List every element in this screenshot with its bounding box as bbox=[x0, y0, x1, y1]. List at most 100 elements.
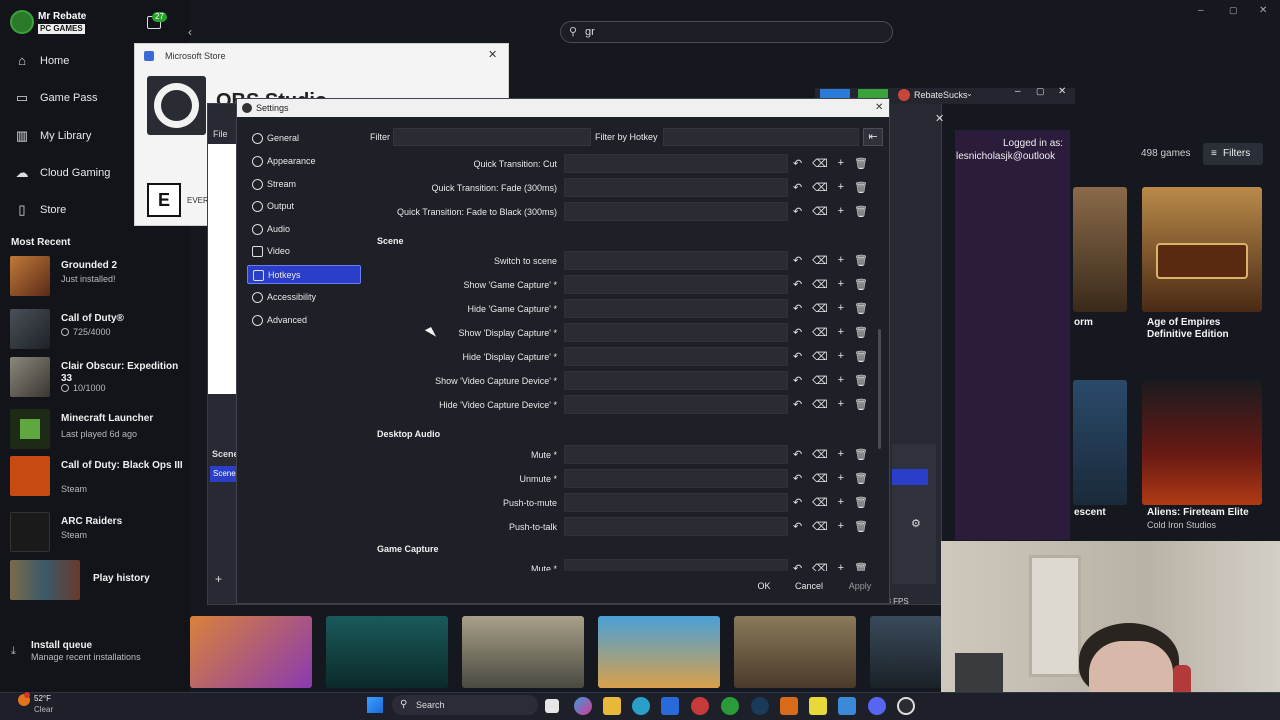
add-icon[interactable]: + bbox=[838, 562, 844, 571]
obs-icon[interactable] bbox=[897, 697, 915, 715]
add-icon[interactable]: + bbox=[838, 496, 844, 508]
close-icon[interactable]: ✕ bbox=[1259, 5, 1267, 16]
close-icon[interactable]: ✕ bbox=[488, 48, 497, 61]
add-icon[interactable]: + bbox=[838, 350, 844, 362]
add-icon[interactable]: + bbox=[838, 472, 844, 484]
hotkey-input[interactable] bbox=[564, 299, 788, 318]
windows-start-icon[interactable] bbox=[367, 697, 383, 713]
add-icon[interactable]: + bbox=[838, 181, 844, 193]
hotkey-input[interactable] bbox=[564, 493, 788, 512]
minimize-icon[interactable]: – bbox=[1015, 86, 1021, 97]
discord-icon[interactable] bbox=[868, 697, 886, 715]
sidebar-item-stream[interactable]: Stream bbox=[247, 175, 361, 194]
game-tile[interactable] bbox=[462, 616, 584, 688]
nav-my-library[interactable]: ▥ My Library bbox=[14, 126, 92, 146]
sidebar-item-advanced[interactable]: Advanced bbox=[247, 311, 361, 330]
revert-icon[interactable]: ↶ bbox=[793, 472, 802, 485]
back-icon[interactable]: ‹ bbox=[188, 25, 192, 39]
delete-icon[interactable]: 🗑 bbox=[854, 472, 868, 485]
revert-icon[interactable]: ↶ bbox=[793, 181, 802, 194]
clear-icon[interactable]: ⌫ bbox=[812, 181, 828, 194]
clear-icon[interactable]: ⌫ bbox=[812, 398, 828, 411]
weather-temp[interactable]: 52°F bbox=[34, 694, 51, 703]
game-card[interactable] bbox=[1142, 380, 1262, 505]
maximize-icon[interactable]: ▢ bbox=[1229, 5, 1238, 16]
delete-icon[interactable]: 🗑 bbox=[854, 326, 868, 339]
delete-icon[interactable]: 🗑 bbox=[854, 205, 868, 218]
add-icon[interactable]: + bbox=[838, 278, 844, 290]
hotkey-input[interactable] bbox=[564, 251, 788, 270]
nav-store[interactable]: ▯ Store bbox=[14, 200, 66, 220]
clear-icon[interactable]: ⌫ bbox=[812, 350, 828, 363]
delete-icon[interactable]: 🗑 bbox=[854, 520, 868, 533]
clear-icon[interactable]: ⌫ bbox=[812, 472, 828, 485]
add-icon[interactable]: + bbox=[838, 374, 844, 386]
search-input[interactable]: ⚲ gr bbox=[560, 21, 893, 43]
clear-icon[interactable]: ⌫ bbox=[812, 496, 828, 509]
xbox-icon[interactable] bbox=[721, 697, 739, 715]
hotkey-input[interactable] bbox=[564, 178, 788, 197]
revert-icon[interactable]: ↶ bbox=[793, 398, 802, 411]
app-icon[interactable] bbox=[780, 697, 798, 715]
hotkey-input[interactable] bbox=[564, 347, 788, 366]
delete-icon[interactable]: 🗑 bbox=[854, 302, 868, 315]
recent-item[interactable]: Grounded 2 Just installed! bbox=[10, 256, 185, 296]
edge-icon[interactable] bbox=[632, 697, 650, 715]
revert-icon[interactable]: ↶ bbox=[793, 254, 802, 267]
game-tile[interactable] bbox=[326, 616, 448, 688]
avatar[interactable] bbox=[10, 10, 34, 34]
game-tile[interactable] bbox=[190, 616, 312, 688]
delete-icon[interactable]: 🗑 bbox=[854, 254, 868, 267]
close-icon[interactable]: ✕ bbox=[875, 99, 883, 117]
revert-icon[interactable]: ↶ bbox=[793, 374, 802, 387]
sidebar-item-general[interactable]: General bbox=[247, 129, 361, 148]
add-icon[interactable]: + bbox=[838, 326, 844, 338]
add-scene-button[interactable]: + bbox=[215, 572, 222, 586]
game-card[interactable] bbox=[1073, 187, 1127, 312]
hotkey-input[interactable] bbox=[564, 559, 788, 571]
hotkey-input[interactable] bbox=[564, 445, 788, 464]
sidebar-item-output[interactable]: Output bbox=[247, 197, 361, 216]
recent-item[interactable]: Call of Duty® 725/4000 bbox=[10, 309, 185, 349]
hotkey-input[interactable] bbox=[564, 323, 788, 342]
scrollbar[interactable] bbox=[878, 329, 881, 449]
play-history[interactable]: Play history bbox=[10, 560, 185, 600]
revert-icon[interactable]: ↶ bbox=[793, 350, 802, 363]
clear-icon[interactable]: ⌫ bbox=[812, 278, 828, 291]
hotkey-input[interactable] bbox=[564, 154, 788, 173]
hotkey-input[interactable] bbox=[564, 469, 788, 488]
game-tile[interactable] bbox=[598, 616, 720, 688]
clear-icon[interactable]: ⌫ bbox=[812, 374, 828, 387]
sidebar-item-appearance[interactable]: Appearance bbox=[247, 152, 361, 171]
delete-icon[interactable]: 🗑 bbox=[854, 562, 868, 572]
hotkey-input[interactable] bbox=[564, 371, 788, 390]
sidebar-item-hotkeys[interactable]: Hotkeys bbox=[247, 265, 361, 284]
revert-icon[interactable]: ↶ bbox=[793, 496, 802, 509]
taskview-icon[interactable] bbox=[545, 699, 559, 713]
revert-icon[interactable]: ↶ bbox=[793, 520, 802, 533]
filters-button[interactable]: ≡ Filters bbox=[1203, 143, 1263, 165]
delete-icon[interactable]: 🗑 bbox=[854, 496, 868, 509]
revert-icon[interactable]: ↶ bbox=[793, 205, 802, 218]
steam-icon[interactable] bbox=[751, 697, 769, 715]
ok-button[interactable]: OK bbox=[745, 577, 783, 596]
revert-icon[interactable]: ↶ bbox=[793, 448, 802, 461]
add-icon[interactable]: + bbox=[838, 520, 844, 532]
recent-item[interactable]: Call of Duty: Black Ops III Steam bbox=[10, 456, 185, 496]
add-icon[interactable]: + bbox=[838, 157, 844, 169]
revert-icon[interactable]: ↶ bbox=[793, 302, 802, 315]
sidebar-item-accessibility[interactable]: Accessibility bbox=[247, 288, 361, 307]
clear-icon[interactable]: ⌫ bbox=[812, 326, 828, 339]
game-tile[interactable] bbox=[870, 616, 942, 688]
sidebar-item-video[interactable]: Video bbox=[247, 242, 361, 261]
store-icon[interactable] bbox=[661, 697, 679, 715]
delete-icon[interactable]: 🗑 bbox=[854, 278, 868, 291]
recent-item[interactable]: Clair Obscur: Expedition 33 10/1000 bbox=[10, 357, 185, 397]
apply-button[interactable]: Apply bbox=[840, 577, 880, 596]
minimize-icon[interactable]: – bbox=[1198, 5, 1204, 16]
clear-icon[interactable]: ⌫ bbox=[812, 157, 828, 170]
add-icon[interactable]: + bbox=[838, 398, 844, 410]
clear-icon[interactable]: ⌫ bbox=[812, 302, 828, 315]
nav-game-pass[interactable]: ▭ Game Pass bbox=[14, 88, 98, 108]
file-explorer-icon[interactable] bbox=[603, 697, 621, 715]
